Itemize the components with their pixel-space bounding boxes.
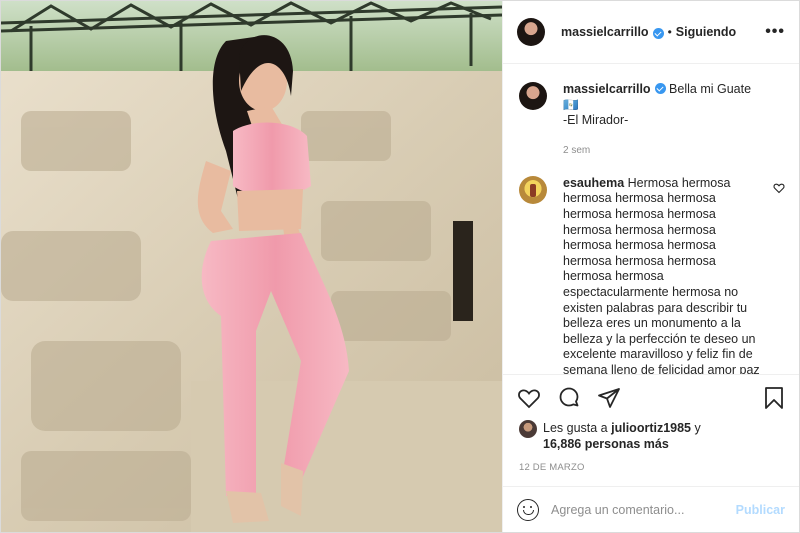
commenter-username[interactable]: esauhema bbox=[563, 176, 624, 190]
comment-row: esauhema Hermosa hermosa hermosa hermosa… bbox=[519, 175, 785, 374]
post-container: massielcarrillo • Siguiendo ••• massielc… bbox=[0, 0, 800, 533]
likes-connector: y bbox=[694, 421, 701, 435]
likes-prefix: Les gusta a bbox=[543, 421, 608, 435]
caption-time[interactable]: 2 sem bbox=[563, 145, 785, 156]
share-icon[interactable] bbox=[597, 386, 621, 410]
likes-text: Les gusta a julioortiz1985 y 16,886 pers… bbox=[543, 420, 701, 452]
likes-count[interactable]: 16,886 personas más bbox=[543, 437, 669, 451]
more-icon[interactable]: ••• bbox=[765, 23, 785, 41]
following-button[interactable]: Siguiendo bbox=[676, 25, 736, 39]
caption-username[interactable]: massielcarrillo bbox=[563, 82, 651, 96]
comment-like-heart-icon[interactable] bbox=[773, 182, 785, 197]
post-photo[interactable] bbox=[1, 1, 502, 532]
post-date[interactable]: 12 DE MARZO bbox=[503, 452, 799, 486]
publish-button[interactable]: Publicar bbox=[736, 503, 785, 517]
verified-icon bbox=[652, 27, 664, 39]
separator-dot: • bbox=[667, 25, 672, 39]
photo-illustration bbox=[1, 1, 502, 532]
author-username[interactable]: massielcarrillo bbox=[561, 25, 649, 39]
comment-icon[interactable] bbox=[557, 386, 581, 410]
post-header: massielcarrillo • Siguiendo ••• bbox=[503, 1, 799, 64]
liker-avatar[interactable] bbox=[519, 420, 537, 438]
verified-icon bbox=[654, 83, 666, 94]
caption-line2: -El Mirador- bbox=[563, 113, 629, 128]
comments-section[interactable]: massielcarrillo Bella mi Guate 🇬🇹 -El Mi… bbox=[503, 64, 799, 374]
author-avatar[interactable] bbox=[517, 18, 545, 46]
likes-summary: Les gusta a julioortiz1985 y 16,886 pers… bbox=[503, 420, 799, 452]
post-sidebar: massielcarrillo • Siguiendo ••• massielc… bbox=[502, 1, 799, 532]
heart-icon[interactable] bbox=[517, 386, 541, 410]
caption-text: massielcarrillo Bella mi Guate 🇬🇹 -El Mi… bbox=[563, 82, 763, 129]
action-bar bbox=[503, 374, 799, 420]
commenter-avatar[interactable] bbox=[519, 175, 547, 204]
bookmark-icon[interactable] bbox=[763, 386, 785, 410]
caption-row: massielcarrillo Bella mi Guate 🇬🇹 -El Mi… bbox=[519, 82, 785, 129]
add-comment-bar: Publicar bbox=[503, 486, 799, 532]
comment-input[interactable] bbox=[551, 502, 736, 517]
comment-body: Hermosa hermosa hermosa hermosa hermosa … bbox=[563, 175, 760, 374]
caption-avatar[interactable] bbox=[519, 82, 547, 110]
emoji-icon[interactable] bbox=[517, 498, 539, 521]
comment-text: esauhema Hermosa hermosa hermosa hermosa… bbox=[563, 176, 763, 374]
liker-username[interactable]: julioortiz1985 bbox=[611, 421, 691, 435]
